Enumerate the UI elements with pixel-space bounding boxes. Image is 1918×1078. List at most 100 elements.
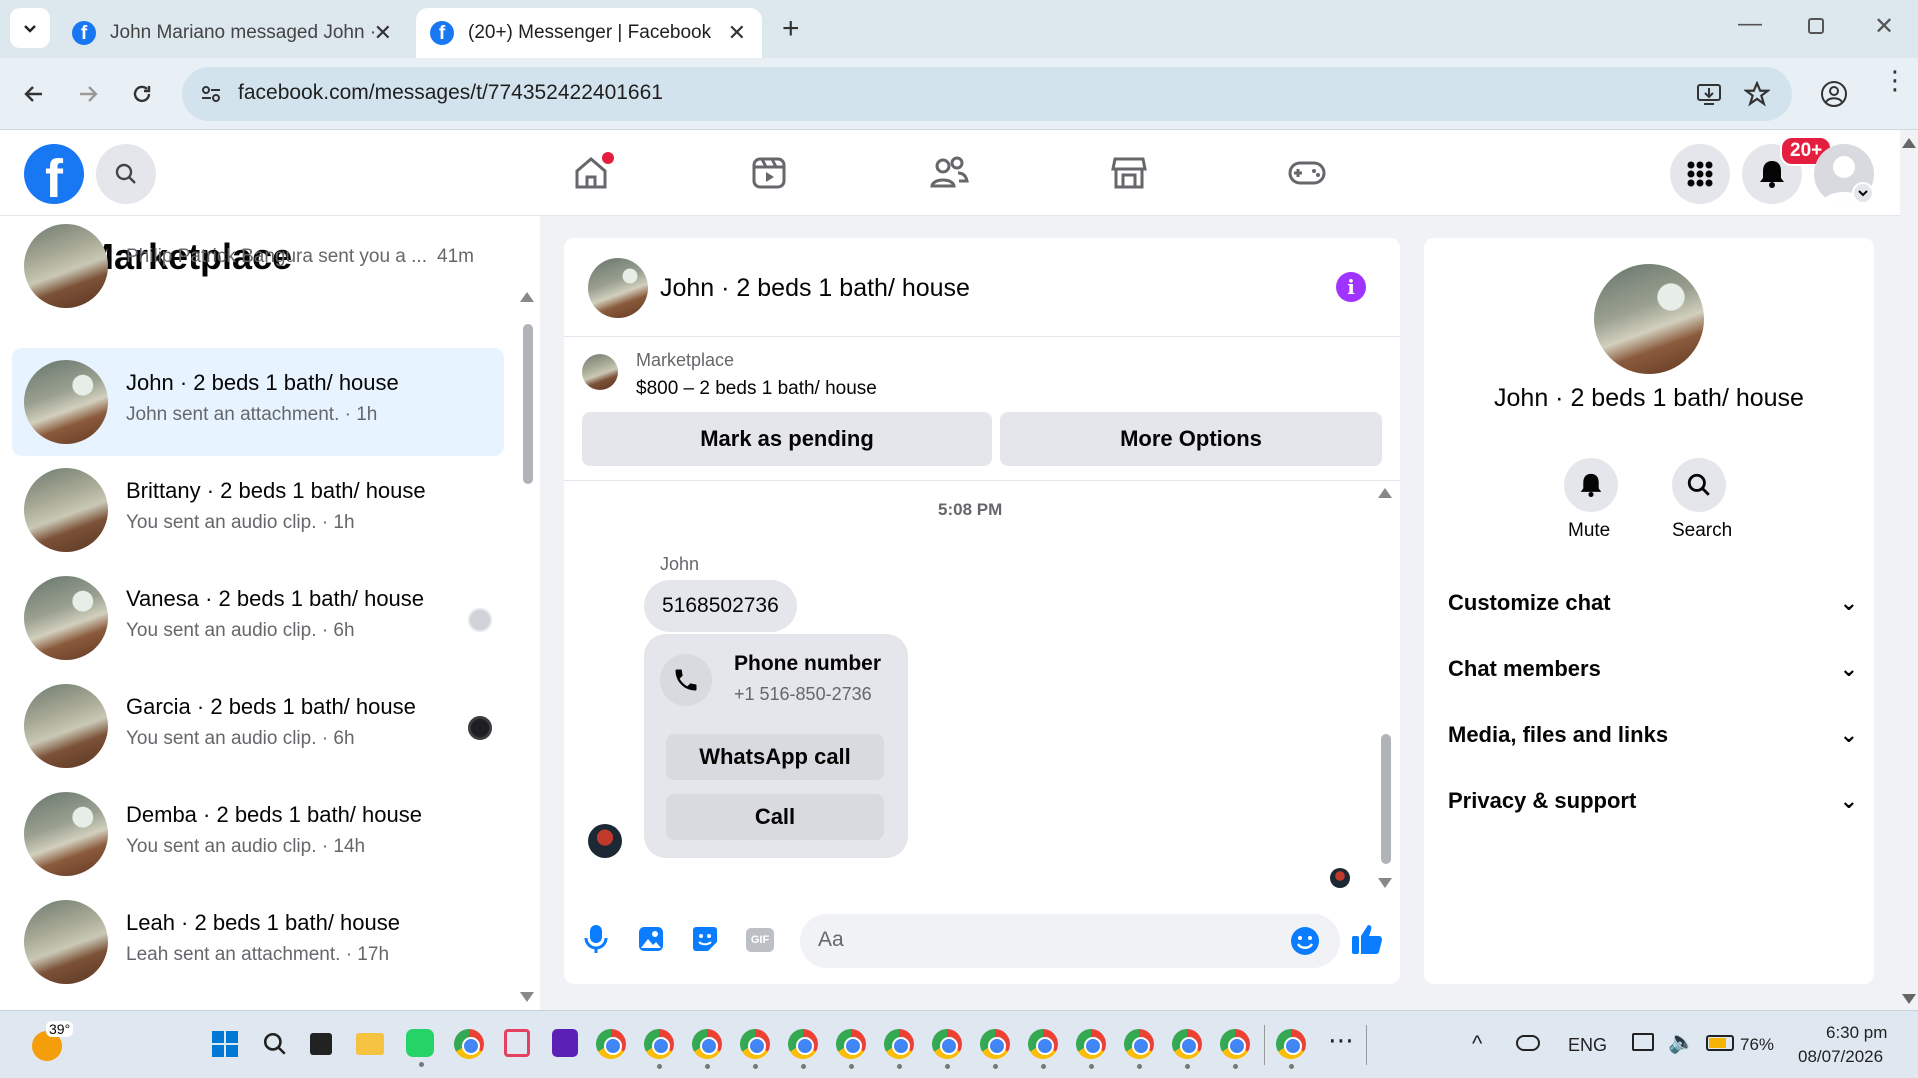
chrome-icon[interactable] [836,1029,866,1069]
tray-chevron-up-icon[interactable]: ^ [1472,1031,1482,1057]
forward-icon[interactable] [76,82,100,106]
menu-privacy-support[interactable]: Privacy & support ⌄ [1448,788,1858,814]
chrome-icon[interactable] [596,1029,626,1059]
restore-button[interactable] [1808,18,1824,34]
clock-date[interactable]: 08/07/2026 [1798,1047,1883,1067]
more-apps-icon[interactable]: ⋯ [1328,1025,1354,1056]
onedrive-icon[interactable] [1516,1035,1540,1051]
clock-time[interactable]: 6:30 pm [1826,1023,1887,1043]
chat-header-avatar[interactable] [588,258,648,318]
task-view-icon[interactable] [310,1033,332,1055]
nav-marketplace[interactable] [1104,150,1154,196]
chrome-icon[interactable] [980,1029,1010,1069]
chat-scroll-down-arrow[interactable] [1378,878,1392,888]
info-button[interactable]: i [1336,272,1366,302]
address-bar[interactable]: facebook.com/messages/t/774352422401661 [182,67,1792,121]
account-chevron-icon[interactable] [1852,182,1874,204]
call-button[interactable]: Call [666,794,884,840]
bookmark-star-icon[interactable] [1744,81,1770,107]
volume-icon[interactable]: 🔈 [1668,1029,1695,1055]
chrome-icon[interactable] [1124,1029,1154,1069]
tab-messenger[interactable]: f (20+) Messenger | Facebook ✕ [416,8,762,58]
whatsapp-call-button[interactable]: WhatsApp call [666,734,884,780]
chrome-icon[interactable] [644,1029,674,1069]
chrome-icon[interactable] [692,1029,722,1069]
menu-chat-members[interactable]: Chat members ⌄ [1448,656,1858,682]
gif-icon[interactable]: GIF [746,928,774,952]
photo-icon[interactable] [638,926,664,952]
chrome-icon[interactable] [740,1029,770,1069]
chrome-icon[interactable] [1076,1029,1106,1069]
whatsapp-icon[interactable] [406,1029,434,1067]
site-settings-icon[interactable] [200,83,222,105]
conversation-item[interactable]: Demba · 2 beds 1 bath/ house You sent an… [12,780,504,888]
emoji-icon[interactable] [1290,926,1320,956]
nav-friends[interactable] [924,150,974,196]
browser-menu-icon[interactable]: ⋮ [1882,67,1908,93]
scroll-down-arrow[interactable] [520,992,534,1002]
chrome-icon[interactable] [454,1029,484,1059]
microphone-icon[interactable] [584,924,608,954]
battery-icon[interactable] [1706,1035,1734,1051]
reload-icon[interactable] [130,82,154,106]
file-explorer-icon[interactable] [356,1033,384,1055]
message-bubble[interactable]: 5168502736 [644,580,797,632]
page-scroll-up-arrow[interactable] [1902,138,1916,148]
chrome-icon[interactable] [1276,1029,1306,1069]
app-icon[interactable] [552,1029,578,1057]
chrome-icon[interactable] [788,1029,818,1069]
chat-scroll-up-arrow[interactable] [1378,488,1392,498]
start-icon[interactable] [212,1031,238,1057]
chrome-icon[interactable] [1172,1029,1202,1069]
display-icon[interactable] [1632,1033,1654,1051]
conversation-item[interactable]: Philip Patrick Bangura sent you a ... 41… [12,216,504,320]
chrome-icon[interactable] [884,1029,914,1069]
details-avatar[interactable] [1594,264,1704,374]
new-tab-button[interactable]: + [782,12,800,46]
conversation-item[interactable]: Vanesa · 2 beds 1 bath/ house You sent a… [12,564,504,672]
chat-title[interactable]: John · 2 beds 1 bath/ house [660,274,970,303]
chrome-icon[interactable] [932,1029,962,1069]
chat-scrollbar-thumb[interactable] [1381,734,1391,864]
sticker-icon[interactable] [692,926,718,952]
menu-customize-chat[interactable]: Customize chat ⌄ [1448,590,1858,616]
nav-home[interactable] [566,150,616,196]
page-scroll-down-arrow[interactable] [1902,994,1916,1004]
facebook-logo-icon[interactable]: f [24,144,84,204]
close-tab-icon[interactable]: ✕ [374,20,392,46]
search-conversation-button[interactable] [1672,458,1728,512]
close-window-button[interactable]: ✕ [1874,12,1894,41]
tab-list-button[interactable] [10,8,50,48]
menu-grid-button[interactable] [1670,144,1730,204]
listing-price-title[interactable]: $800 – 2 beds 1 bath/ house [636,378,877,400]
back-icon[interactable] [22,82,46,106]
scroll-up-arrow[interactable] [520,292,534,302]
chrome-icon[interactable] [1028,1029,1058,1069]
listing-thumbnail[interactable] [582,354,618,390]
mute-button[interactable] [1564,458,1620,512]
message-input[interactable]: Aa [800,914,1340,968]
nav-video[interactable] [744,150,794,196]
search-icon[interactable] [262,1031,288,1057]
thumbs-up-icon[interactable] [1350,922,1384,956]
scrollbar-thumb[interactable] [523,324,533,484]
menu-media-files-links[interactable]: Media, files and links ⌄ [1448,722,1858,748]
more-options-button[interactable]: More Options [1000,412,1382,466]
profile-icon[interactable] [1820,80,1848,108]
nav-gaming[interactable] [1282,150,1332,196]
conversation-item[interactable]: Leah · 2 beds 1 bath/ house Leah sent an… [12,888,504,996]
conversation-item[interactable]: Garcia · 2 beds 1 bath/ house You sent a… [12,672,504,780]
language-indicator[interactable]: ENG [1568,1035,1607,1056]
minimize-button[interactable]: — [1738,10,1762,38]
mark-as-pending-button[interactable]: Mark as pending [582,412,992,466]
conversation-item[interactable]: John · 2 beds 1 bath/ house John sent an… [12,348,504,456]
search-button[interactable] [96,144,156,204]
chrome-icon[interactable] [1220,1029,1250,1069]
conversation-item[interactable]: Brittany · 2 beds 1 bath/ house You sent… [12,456,504,564]
install-app-icon[interactable] [1696,81,1722,107]
tab-notification[interactable]: f John Mariano messaged John · ✕ [58,8,408,58]
close-tab-icon[interactable]: ✕ [728,20,746,46]
snipping-tool-icon[interactable] [504,1029,530,1057]
sender-avatar[interactable] [588,824,622,858]
seen-avatar [1330,868,1350,888]
